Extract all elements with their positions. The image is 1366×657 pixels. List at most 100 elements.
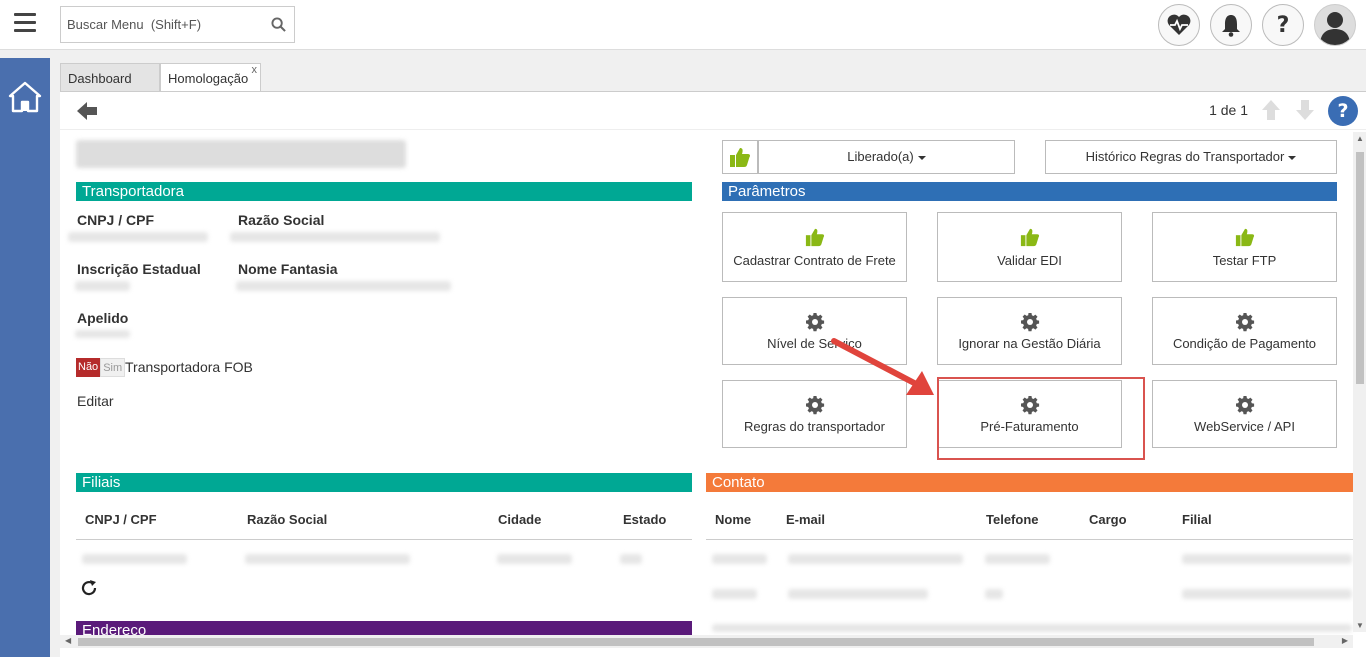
section-parametros: Parâmetros xyxy=(722,182,1337,201)
btn-validar-edi-label: Validar EDI xyxy=(997,253,1062,268)
contato-col-filial: Filial xyxy=(1182,512,1212,527)
toggle-label: Transportadora FOB xyxy=(125,359,253,375)
filiais-col-cnpj: CNPJ / CPF xyxy=(85,512,157,527)
section-filiais: Filiais xyxy=(76,473,692,492)
btn-ignorar-gestao-label: Ignorar na Gestão Diária xyxy=(958,336,1101,351)
section-contato: Contato xyxy=(706,473,1353,492)
chevron-down-icon xyxy=(917,155,926,160)
filiais-header-divider xyxy=(76,539,692,540)
highlight-box xyxy=(937,377,1145,460)
historico-dropdown[interactable]: Histórico Regras do Transportador xyxy=(1045,140,1337,174)
contato-col-cargo: Cargo xyxy=(1089,512,1127,527)
chevron-down-icon xyxy=(1288,155,1297,160)
edit-link[interactable]: Editar xyxy=(77,393,114,409)
close-icon[interactable]: x xyxy=(252,64,258,85)
toolbar: 1 de 1 ? xyxy=(60,92,1366,130)
filiais-col-estado: Estado xyxy=(623,512,667,527)
top-bar: ? xyxy=(0,0,1366,50)
bell-icon[interactable] xyxy=(1210,4,1252,46)
tab-homologacao[interactable]: Homologação x xyxy=(160,63,261,93)
blurred-inscricao-value xyxy=(75,281,130,291)
section-endereco: Endereço xyxy=(76,621,692,635)
blurred-filial-row xyxy=(82,554,187,564)
blurred-contato-row xyxy=(712,589,757,599)
btn-cadastrar-contrato-label: Cadastrar Contrato de Frete xyxy=(733,253,896,268)
btn-condicao-pagamento-label: Condição de Pagamento xyxy=(1172,336,1317,351)
toggle-no: Não xyxy=(76,358,101,377)
thumbs-up-icon xyxy=(1020,228,1039,247)
label-nome-fantasia: Nome Fantasia xyxy=(238,261,338,277)
btn-webservice-api[interactable]: WebService / API xyxy=(1152,380,1337,448)
blurred-contato-row xyxy=(712,554,767,564)
blurred-title xyxy=(76,140,406,168)
approved-thumb-button[interactable] xyxy=(722,140,758,174)
btn-cadastrar-contrato[interactable]: Cadastrar Contrato de Frete xyxy=(722,212,907,282)
pager-text: 1 de 1 xyxy=(1209,102,1248,118)
horizontal-scroll-thumb[interactable] xyxy=(78,638,1314,646)
filiais-col-razao: Razão Social xyxy=(247,512,328,527)
refresh-icon[interactable] xyxy=(80,579,98,602)
blurred-filial-row xyxy=(497,554,572,564)
help-button[interactable]: ? xyxy=(1328,96,1358,126)
arrow-down-icon[interactable] xyxy=(1294,99,1316,126)
btn-ignorar-gestao[interactable]: Ignorar na Gestão Diária xyxy=(937,297,1122,365)
search-input[interactable] xyxy=(61,7,261,42)
blurred-contato-row xyxy=(985,589,1003,599)
blurred-contato-row xyxy=(1182,589,1352,599)
label-apelido: Apelido xyxy=(77,310,129,326)
tab-dashboard[interactable]: Dashboard xyxy=(60,63,160,92)
sidebar xyxy=(0,58,50,657)
arrow-up-icon[interactable] xyxy=(1260,99,1282,126)
user-avatar-icon[interactable] xyxy=(1314,4,1356,46)
blurred-contato-row xyxy=(1182,554,1352,564)
blurred-filial-row xyxy=(620,554,642,564)
btn-webservice-api-label: WebService / API xyxy=(1194,419,1295,434)
heartbeat-icon[interactable] xyxy=(1158,4,1200,46)
label-cnpj: CNPJ / CPF xyxy=(77,212,155,228)
historico-label: Histórico Regras do Transportador xyxy=(1085,149,1285,164)
fob-toggle[interactable]: Não Sim xyxy=(76,358,126,377)
gear-icon xyxy=(1235,396,1254,415)
btn-testar-ftp-label: Testar FTP xyxy=(1212,253,1277,268)
tab-bar: Dashboard Homologação x xyxy=(60,63,261,93)
help-icon[interactable]: ? xyxy=(1262,4,1304,46)
blurred-contato-row xyxy=(712,624,1352,632)
tab-homologacao-label: Homologação xyxy=(168,71,249,86)
liberado-dropdown[interactable]: Liberado(a) xyxy=(758,140,1015,174)
blurred-cnpj-value xyxy=(68,232,208,242)
thumbs-up-icon xyxy=(805,228,824,247)
vertical-scroll-thumb[interactable] xyxy=(1356,152,1364,384)
menu-icon[interactable] xyxy=(14,13,36,35)
contato-col-telefone: Telefone xyxy=(986,512,1039,527)
btn-validar-edi[interactable]: Validar EDI xyxy=(937,212,1122,282)
blurred-filial-row xyxy=(245,554,410,564)
gear-icon xyxy=(1020,313,1039,332)
liberado-label: Liberado(a) xyxy=(847,149,914,164)
btn-testar-ftp[interactable]: Testar FTP xyxy=(1152,212,1337,282)
search-icon[interactable] xyxy=(271,17,286,37)
blurred-apelido-value xyxy=(75,330,130,338)
home-icon[interactable] xyxy=(8,80,42,114)
search-box[interactable] xyxy=(60,6,295,43)
section-transportadora: Transportadora xyxy=(76,182,692,201)
thumbs-up-icon xyxy=(730,148,750,167)
blurred-contato-row xyxy=(788,589,928,599)
help-label: ? xyxy=(1276,12,1290,38)
blurred-contato-row xyxy=(788,554,963,564)
blurred-fantasia-value xyxy=(236,281,451,291)
main-panel: 1 de 1 ? Transportadora CNPJ / CPF Razão… xyxy=(60,91,1366,657)
blurred-contato-row xyxy=(985,554,1050,564)
gear-icon xyxy=(805,313,824,332)
horizontal-scrollbar[interactable]: ◀ ▶ xyxy=(60,635,1353,648)
btn-regras-transportador-label: Regras do transportador xyxy=(744,419,885,434)
label-razao-social: Razão Social xyxy=(238,212,325,228)
thumbs-up-icon xyxy=(1235,228,1254,247)
btn-condicao-pagamento[interactable]: Condição de Pagamento xyxy=(1152,297,1337,365)
vertical-scrollbar[interactable]: ▲ ▼ xyxy=(1353,132,1366,632)
blurred-razao-value xyxy=(230,232,440,242)
gear-icon xyxy=(805,396,824,415)
contato-col-nome: Nome xyxy=(715,512,752,527)
annotation-arrow-icon xyxy=(831,338,934,395)
toggle-yes: Sim xyxy=(100,358,126,377)
back-arrow-icon[interactable] xyxy=(76,100,98,127)
